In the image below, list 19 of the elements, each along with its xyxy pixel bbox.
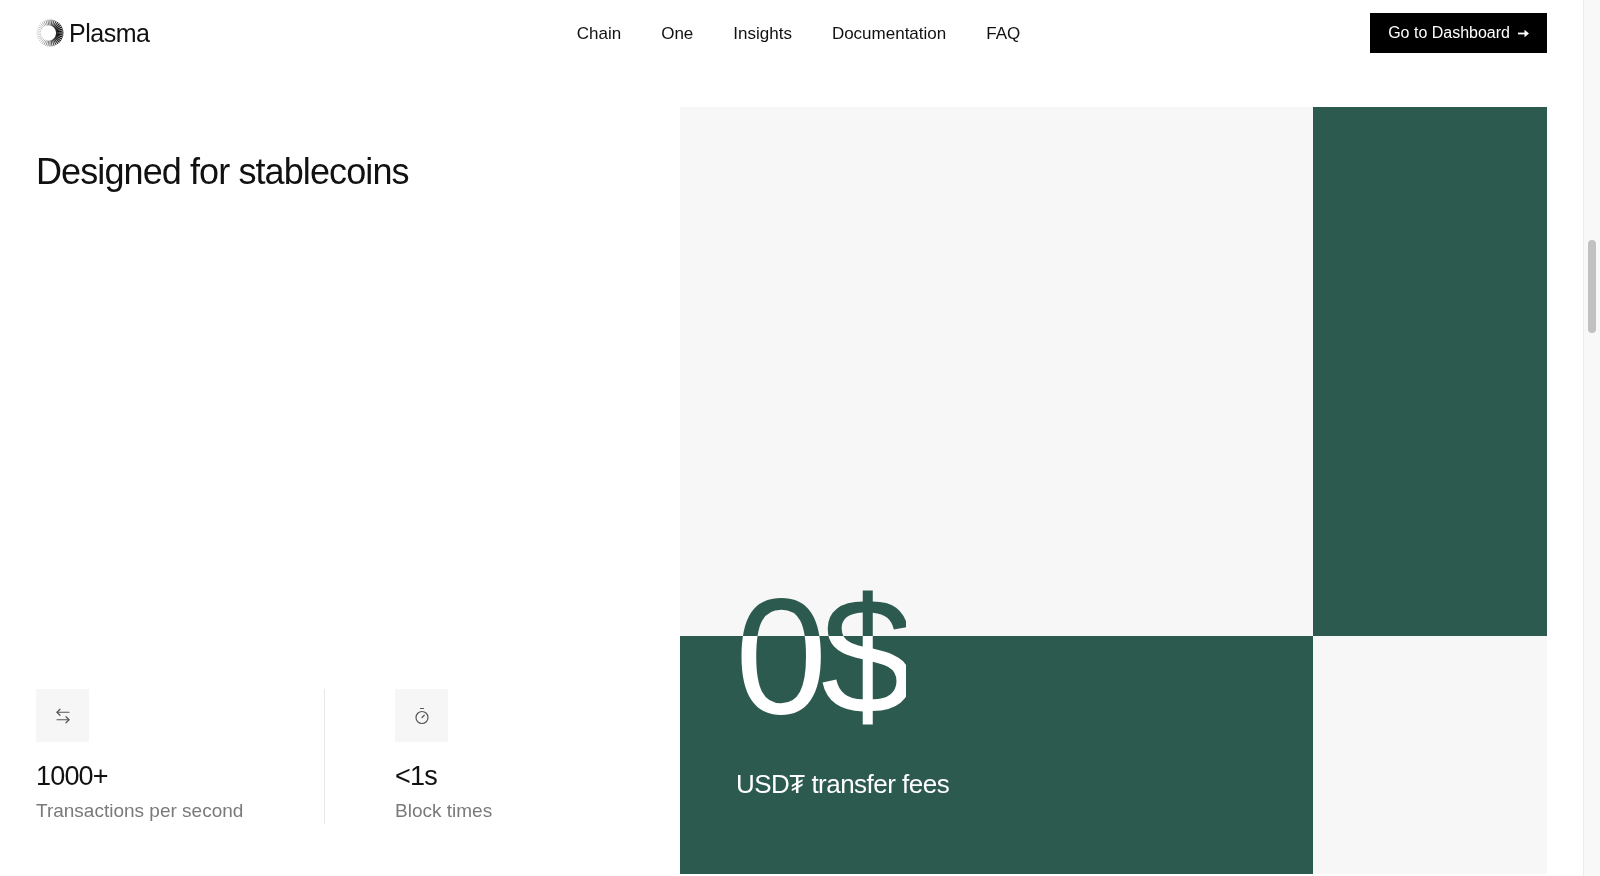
nav-link[interactable]: Chain (576, 24, 622, 42)
stat-value: 1000+ (36, 760, 108, 792)
scrollbar-thumb[interactable] (1588, 240, 1596, 333)
logo-text: Plasma (69, 20, 150, 46)
nav-link[interactable]: Documentation (831, 24, 947, 42)
plasma-logo-link[interactable]: Plasma (36, 19, 150, 47)
arrow-right-icon (1518, 28, 1529, 38)
section-heading: Designed for stablecoins (36, 151, 409, 193)
sunburst-logo-icon (36, 19, 64, 47)
stopwatch-icon (412, 706, 431, 725)
stat-label: Block times (395, 799, 493, 823)
nav-link[interactable]: FAQ (986, 24, 1021, 42)
fee-caption: USD₮ transfer fees (736, 768, 950, 800)
arrows-left-right-icon (53, 706, 72, 725)
stat-value: <1s (395, 760, 437, 792)
nav-link[interactable]: One (661, 24, 694, 42)
stat-label: Transactions per second (36, 799, 244, 823)
dashboard-button[interactable]: Go to Dashboard (1370, 13, 1547, 53)
nav-link[interactable]: Insights (733, 24, 792, 42)
